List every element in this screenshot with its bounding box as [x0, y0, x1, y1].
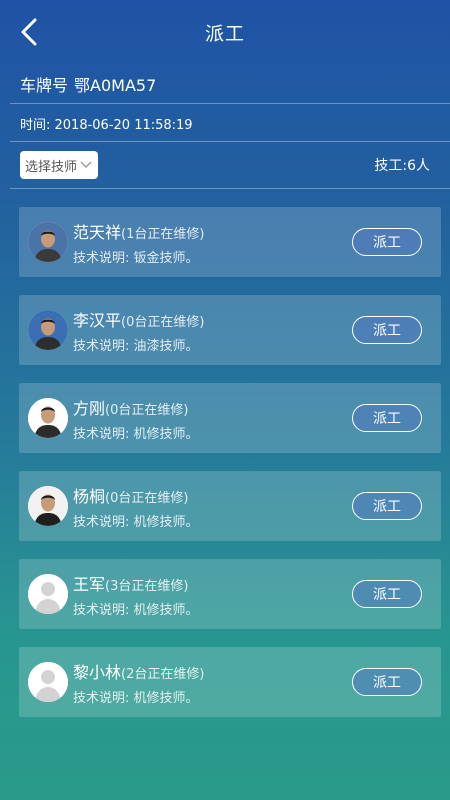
technician-select[interactable]: 选择技师	[20, 151, 99, 179]
technician-description: 技术说明: 钣金技师。	[73, 251, 199, 266]
technician-card: 黎小林(2台正在维修) 技术说明: 机修技师。 派工	[19, 647, 441, 717]
technician-card: 杨桐(0台正在维修) 技术说明: 机修技师。 派工	[19, 471, 441, 541]
divider	[10, 188, 450, 189]
repair-status: (2台正在维修)	[121, 667, 205, 682]
technician-card: 范天祥(1台正在维修) 技术说明: 钣金技师。 派工	[19, 207, 441, 277]
technician-description: 技术说明: 机修技师。	[73, 427, 199, 442]
technician-description: 技术说明: 机修技师。	[73, 691, 199, 706]
technician-count: 技工:6人	[374, 158, 430, 174]
back-button[interactable]	[14, 16, 44, 48]
technician-select-label: 选择技师	[25, 159, 78, 175]
repair-status: (0台正在维修)	[105, 491, 189, 506]
technician-name: 李汉平	[73, 311, 122, 330]
avatar	[28, 662, 68, 702]
dispatch-button[interactable]: 派工	[352, 668, 422, 696]
dispatch-button[interactable]: 派工	[352, 404, 422, 432]
top-bar: 派工	[0, 0, 450, 64]
chevron-down-icon	[80, 161, 92, 168]
avatar	[28, 574, 68, 614]
time-text: 时间: 2018-06-20 11:58:19	[20, 117, 193, 133]
avatar	[28, 486, 68, 526]
technician-name: 杨桐	[73, 487, 106, 506]
technician-card: 李汉平(0台正在维修) 技术说明: 油漆技师。 派工	[19, 295, 441, 365]
page-title: 派工	[204, 22, 245, 45]
avatar	[28, 222, 68, 262]
technician-description: 技术说明: 机修技师。	[73, 603, 199, 618]
technician-name-line: 方刚(0台正在维修)	[73, 395, 188, 419]
technician-name: 王军	[73, 575, 106, 594]
repair-status: (3台正在维修)	[105, 579, 189, 594]
technician-description: 技术说明: 油漆技师。	[73, 339, 199, 354]
avatar	[28, 310, 68, 350]
technician-card: 方刚(0台正在维修) 技术说明: 机修技师。 派工	[19, 383, 441, 453]
technician-name-line: 黎小林(2台正在维修)	[73, 659, 204, 683]
dispatch-button[interactable]: 派工	[352, 492, 422, 520]
dispatch-button[interactable]: 派工	[352, 580, 422, 608]
repair-status: (1台正在维修)	[121, 227, 205, 242]
dispatch-button[interactable]: 派工	[352, 228, 422, 256]
technician-name-line: 杨桐(0台正在维修)	[73, 483, 188, 507]
technician-name: 范天祥	[73, 223, 122, 242]
technician-description: 技术说明: 机修技师。	[73, 515, 199, 530]
dispatch-button[interactable]: 派工	[352, 316, 422, 344]
avatar	[28, 398, 68, 438]
technician-name-line: 范天祥(1台正在维修)	[73, 219, 204, 243]
time-row: 时间: 2018-06-20 11:58:19	[0, 104, 450, 142]
plate-value: 鄂A0MA57	[74, 76, 157, 95]
technician-name: 方刚	[73, 399, 106, 418]
technician-name-line: 王军(3台正在维修)	[73, 571, 188, 595]
chevron-left-icon	[21, 18, 37, 46]
repair-status: (0台正在维修)	[121, 315, 205, 330]
filter-row: 选择技师 技工:6人	[0, 142, 450, 188]
technician-name: 黎小林	[73, 663, 122, 682]
technician-name-line: 李汉平(0台正在维修)	[73, 307, 204, 331]
technician-card: 王军(3台正在维修) 技术说明: 机修技师。 派工	[19, 559, 441, 629]
plate-label: 车牌号	[20, 76, 69, 95]
repair-status: (0台正在维修)	[105, 403, 189, 418]
plate-row: 车牌号 鄂A0MA57	[0, 64, 450, 104]
